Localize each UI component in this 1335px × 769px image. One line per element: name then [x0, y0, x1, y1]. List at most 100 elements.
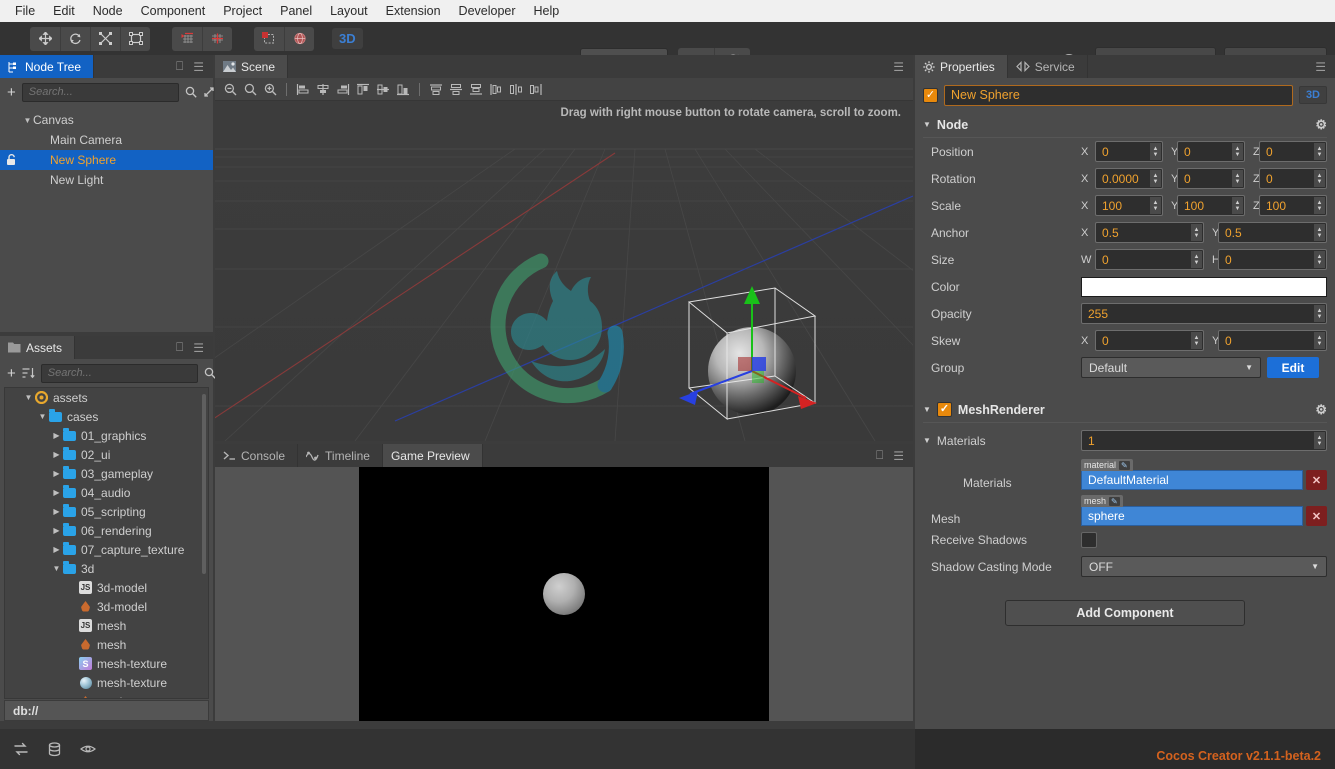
spinner-icon[interactable]: ▲ ▼ — [1314, 305, 1325, 322]
asset-row-07-capture-texture[interactable]: ▶ 07_capture_texture — [5, 540, 208, 559]
popout-icon[interactable]: ⎕ — [876, 448, 883, 463]
edit-group-button[interactable]: Edit — [1267, 357, 1319, 378]
sort-icon[interactable] — [22, 367, 35, 379]
rotation-x-input[interactable]: 0.0000 ▲ ▼ — [1095, 168, 1163, 189]
rect-tool-icon[interactable] — [120, 26, 150, 51]
size-h-input[interactable]: 0 ▲ ▼ — [1218, 249, 1327, 270]
menu-item-file[interactable]: File — [6, 1, 44, 21]
asset-row-06-rendering[interactable]: ▶ 06_rendering — [5, 521, 208, 540]
asset-row-3d[interactable]: ▼ 3d — [5, 559, 208, 578]
tree-row-new-sphere[interactable]: New Sphere — [0, 150, 213, 170]
chevron-right-icon[interactable]: ▶ — [51, 488, 62, 497]
spinner-icon[interactable]: ▲ ▼ — [1150, 197, 1161, 214]
menu-item-edit[interactable]: Edit — [44, 1, 84, 21]
asset-row-mesh-texture-prefab[interactable]: mesh-texture — [5, 692, 208, 699]
size-w-input[interactable]: 0 ▲ ▼ — [1095, 249, 1204, 270]
distribute-left-icon[interactable] — [487, 80, 505, 98]
tab-console[interactable]: Console — [215, 444, 299, 467]
chevron-down-icon[interactable]: ▼ — [23, 393, 34, 402]
distribute-right-icon[interactable] — [527, 80, 545, 98]
chevron-down-icon[interactable]: ▼ — [22, 116, 33, 125]
menu-item-developer[interactable]: Developer — [450, 1, 525, 21]
group-select[interactable]: Default ▼ — [1081, 357, 1261, 378]
material-asset-value[interactable]: DefaultMaterial — [1081, 470, 1303, 490]
center-tool-icon[interactable] — [284, 26, 314, 51]
local-coord-tool-icon[interactable] — [172, 27, 202, 51]
spinner-icon[interactable]: ▲ ▼ — [1314, 197, 1325, 214]
shadow-casting-select[interactable]: OFF ▼ — [1081, 556, 1327, 577]
chevron-right-icon[interactable]: ▶ — [51, 450, 62, 459]
asset-row-mesh-texture-scene[interactable]: S mesh-texture — [5, 654, 208, 673]
tab-properties[interactable]: Properties — [915, 55, 1008, 78]
scale-tool-icon[interactable] — [90, 26, 120, 51]
spinner-icon[interactable]: ▲ ▼ — [1232, 170, 1243, 187]
tree-row-new-light[interactable]: New Light — [0, 170, 213, 190]
skew-y-input[interactable]: 0 ▲ ▼ — [1218, 330, 1327, 351]
materials-count-input[interactable]: 1 ▲ ▼ — [1081, 430, 1327, 451]
node-enabled-checkbox[interactable]: ✓ — [923, 87, 938, 103]
gear-icon[interactable]: ⚙ — [1315, 402, 1327, 418]
scale-z-input[interactable]: 100 ▲ ▼ — [1259, 195, 1327, 216]
asset-row-05-scripting[interactable]: ▶ 05_scripting — [5, 502, 208, 521]
color-swatch[interactable] — [1081, 276, 1327, 297]
zoom-in-icon[interactable] — [261, 80, 279, 98]
popout-icon[interactable]: ⎕ — [176, 59, 183, 74]
tab-scene[interactable]: Scene — [215, 55, 289, 78]
meshrenderer-section-header[interactable]: ▼ ✓ MeshRenderer ⚙ — [923, 397, 1327, 423]
position-x-input[interactable]: 0 ▲ ▼ — [1095, 141, 1163, 162]
scale-x-input[interactable]: 100 ▲ ▼ — [1095, 195, 1163, 216]
align-bottom-icon[interactable] — [394, 80, 412, 98]
sync-icon[interactable] — [13, 742, 29, 756]
search-icon[interactable] — [185, 86, 197, 98]
spinner-icon[interactable]: ▲ ▼ — [1314, 432, 1325, 449]
menu-item-help[interactable]: Help — [525, 1, 569, 21]
zoom-reset-icon[interactable] — [241, 80, 259, 98]
asset-row-3d-model-prefab[interactable]: 3d-model — [5, 597, 208, 616]
global-coord-tool-icon[interactable] — [202, 26, 232, 51]
receive-shadows-checkbox[interactable] — [1081, 531, 1097, 548]
rotation-z-input[interactable]: 0 ▲ ▼ — [1259, 168, 1327, 189]
node-3d-badge[interactable]: 3D — [1298, 86, 1327, 104]
chevron-right-icon[interactable]: ▶ — [51, 507, 62, 516]
tree-row-canvas[interactable]: ▼ Canvas — [0, 110, 213, 130]
menu-item-layout[interactable]: Layout — [321, 1, 377, 21]
chevron-down-icon[interactable]: ▼ — [923, 405, 931, 414]
search-icon[interactable] — [204, 367, 216, 379]
edit-pencil-icon[interactable]: ✎ — [1109, 496, 1120, 506]
align-left-icon[interactable] — [294, 80, 312, 98]
rotate-tool-icon[interactable] — [60, 26, 90, 51]
align-right-icon[interactable] — [334, 80, 352, 98]
spinner-icon[interactable]: ▲ ▼ — [1191, 332, 1202, 349]
tab-service[interactable]: Service — [1007, 55, 1088, 78]
zoom-out-icon[interactable] — [221, 80, 239, 98]
panel-menu-icon[interactable]: ☰ — [893, 449, 904, 463]
meshrenderer-enabled-checkbox[interactable]: ✓ — [936, 402, 952, 417]
panel-menu-icon[interactable]: ☰ — [193, 341, 204, 355]
chevron-right-icon[interactable]: ▶ — [51, 469, 62, 478]
toggle-3d-button[interactable]: 3D — [332, 28, 363, 49]
mesh-asset-field[interactable]: mesh ✎ sphere ✕ — [1081, 495, 1327, 526]
position-y-input[interactable]: 0 ▲ ▼ — [1177, 141, 1245, 162]
assets-scrollbar[interactable] — [202, 394, 206, 574]
asset-row-03-gameplay[interactable]: ▶ 03_gameplay — [5, 464, 208, 483]
spinner-icon[interactable]: ▲ ▼ — [1314, 143, 1325, 160]
align-top-icon[interactable] — [354, 80, 372, 98]
scene-viewport[interactable]: Drag with right mouse button to rotate c… — [215, 101, 913, 441]
edit-pencil-icon[interactable]: ✎ — [1119, 460, 1130, 470]
chevron-right-icon[interactable]: ▶ — [51, 431, 62, 440]
menu-item-component[interactable]: Component — [132, 1, 215, 21]
pivot-tool-icon[interactable] — [254, 27, 284, 51]
asset-row-mesh-texture-sphere[interactable]: mesh-texture — [5, 673, 208, 692]
asset-row-assets[interactable]: ▼ assets — [5, 388, 208, 407]
spinner-icon[interactable]: ▲ ▼ — [1150, 170, 1161, 187]
asset-row-04-audio[interactable]: ▶ 04_audio — [5, 483, 208, 502]
asset-row-01-graphics[interactable]: ▶ 01_graphics — [5, 426, 208, 445]
asset-row-3d-model-js[interactable]: JS 3d-model — [5, 578, 208, 597]
chevron-down-icon[interactable]: ▼ — [37, 412, 48, 421]
mesh-asset-value[interactable]: sphere — [1081, 506, 1303, 526]
chevron-right-icon[interactable]: ▶ — [51, 526, 62, 535]
spinner-icon[interactable]: ▲ ▼ — [1232, 143, 1243, 160]
skew-x-input[interactable]: 0 ▲ ▼ — [1095, 330, 1204, 351]
panel-menu-icon[interactable]: ☰ — [193, 60, 204, 74]
popout-icon[interactable]: ⎕ — [176, 340, 183, 355]
